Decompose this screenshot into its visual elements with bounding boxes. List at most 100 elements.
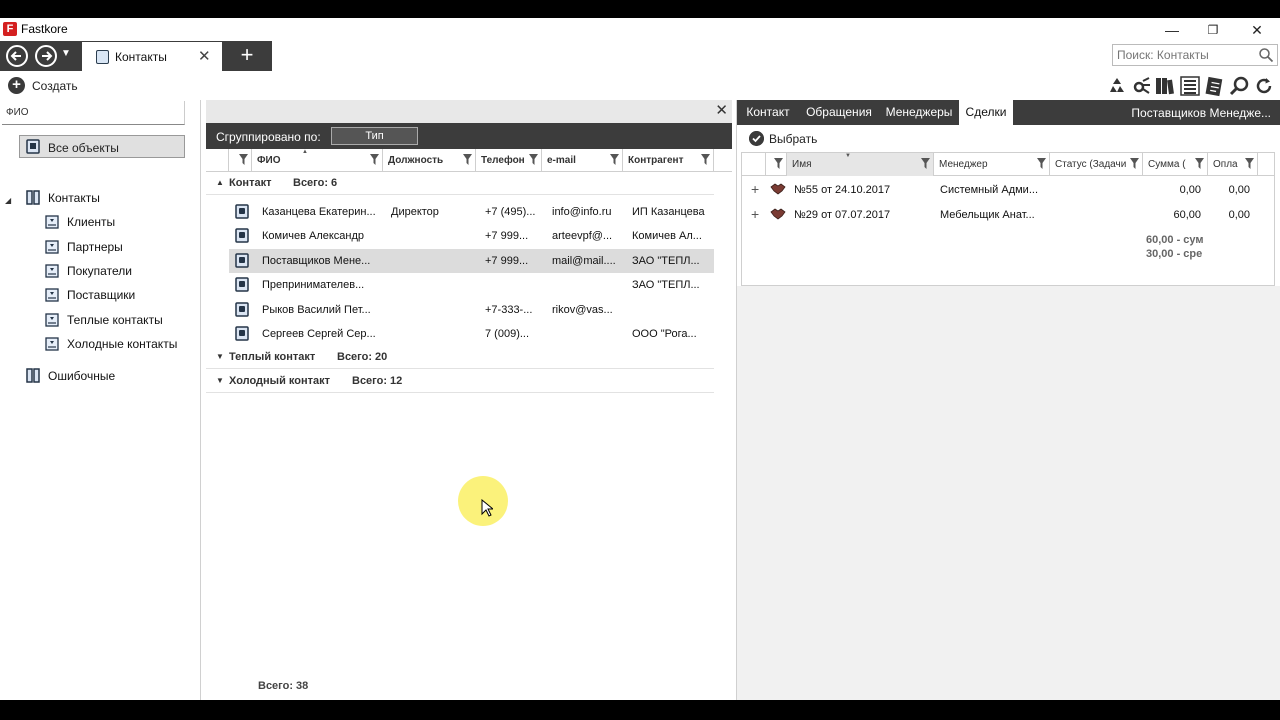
table-row[interactable]: Поставщиков Мене... +7 999... mail@mail...…: [229, 248, 714, 273]
sync-settings-icon[interactable]: [1131, 75, 1153, 97]
deal-row[interactable]: + №29 от 07.07.2017 Мебельщик Анат... 60,00…: [742, 203, 1267, 227]
filter-icon[interactable]: [1130, 158, 1139, 169]
tree-item-all-objects[interactable]: Все объекты: [19, 135, 185, 158]
history-dropdown-icon[interactable]: ▼: [61, 48, 71, 59]
column-header[interactable]: Должность: [383, 149, 476, 172]
grid-header: ФИО ▲ Должность Телефон e-mail Контрагент: [206, 149, 732, 172]
column-header[interactable]: Статус (Задачи: [1050, 153, 1143, 176]
saved-filter-icon: [45, 313, 59, 327]
table-row[interactable]: Казанцева Екатерин... Директор +7 (495)...…: [229, 200, 714, 224]
filter-icon[interactable]: [1037, 158, 1046, 169]
close-window-button[interactable]: ✕: [1242, 20, 1272, 40]
column-header[interactable]: Имя ▼: [787, 153, 934, 176]
expand-row-icon[interactable]: +: [751, 181, 759, 197]
column-header[interactable]: ФИО ▲: [252, 149, 383, 172]
filter-search-input[interactable]: [2, 101, 184, 123]
table-row[interactable]: Комичев Александр +7 999... arteevpf@... Ко…: [229, 224, 714, 248]
filter-icon[interactable]: [701, 154, 710, 165]
report-icon[interactable]: [1204, 75, 1226, 97]
navigation-panel: Все объекты ◢ Контакты Клиенты Партнеры Пок…: [0, 100, 201, 700]
list-view-icon[interactable]: [1179, 75, 1201, 97]
refresh-icon[interactable]: [1253, 75, 1275, 97]
group-row[interactable]: ▼ Теплый контакт Всего: 20: [206, 346, 714, 370]
add-tab-button[interactable]: +: [222, 41, 272, 71]
close-panel-icon[interactable]: ✕: [715, 101, 728, 119]
cell-company: Комичев Ал...: [632, 230, 702, 243]
cell-email: arteevpf@...: [552, 230, 613, 243]
deals-grid: Имя ▼ Менеджер Статус (Задачи Сумма (Опла + №…: [741, 152, 1275, 286]
saved-filter-icon: [45, 337, 59, 351]
app-title: Fastkore: [21, 22, 68, 36]
column-header[interactable]: Контрагент: [623, 149, 714, 172]
maximize-button[interactable]: ❐: [1198, 20, 1228, 40]
books-icon[interactable]: [1154, 75, 1176, 97]
filter-icon[interactable]: [1245, 158, 1254, 169]
filter-icon[interactable]: [921, 158, 930, 169]
filter-icon[interactable]: [610, 154, 619, 165]
total-count: Всего: 38: [258, 680, 309, 692]
minimize-button[interactable]: —: [1157, 20, 1187, 40]
expand-row-icon[interactable]: +: [751, 206, 759, 222]
table-row[interactable]: Препринимателев... ЗАО "ТЕПЛ...: [229, 273, 714, 297]
column-header-label: Менеджер: [939, 159, 988, 170]
column-header[interactable]: Опла: [1208, 153, 1258, 176]
search-zoom-icon[interactable]: [1229, 75, 1251, 97]
filter-icon[interactable]: [463, 154, 472, 165]
group-name: Контакт: [229, 177, 272, 189]
details-tab-bar: Контакт Обращения Менеджеры Сделки Поставщи…: [737, 100, 1280, 125]
check-circle-icon: [749, 131, 764, 146]
header-filter-all[interactable]: [766, 153, 787, 176]
cell-name: Препринимателев...: [262, 279, 365, 292]
tab-2[interactable]: Менеджеры: [879, 100, 959, 125]
table-row[interactable]: Сергеев Сергей Сер... 7 (009)... ООО "Рога…: [229, 322, 714, 346]
filter-icon[interactable]: [529, 154, 538, 165]
group-count: Всего: 12: [352, 374, 403, 387]
cell-sum: 60,00: [1173, 209, 1201, 221]
collapse-arrow-icon[interactable]: ◢: [5, 196, 11, 205]
group-row[interactable]: ▼ Холодный контакт Всего: 12: [206, 370, 714, 393]
contact-book-icon: [235, 326, 249, 341]
column-header-label: Статус (Задачи: [1055, 159, 1127, 170]
deals-grid-header: Имя ▼ Менеджер Статус (Задачи Сумма (Опла: [742, 152, 1274, 176]
table-row[interactable]: Рыков Василий Пет... +7-333-... rikov@vas.…: [229, 298, 714, 322]
cell-phone: +7 (495)...: [485, 206, 536, 218]
tab-label: Контакты: [115, 50, 167, 64]
back-button[interactable]: [6, 45, 28, 67]
select-label: Выбрать: [769, 132, 818, 146]
expand-up-icon[interactable]: ▲: [216, 178, 224, 187]
group-chip-type[interactable]: Тип: [331, 127, 418, 145]
tree-item-label: Теплые контакты: [67, 313, 163, 327]
saved-filter-icon: [45, 264, 59, 278]
deal-row[interactable]: + №55 от 24.10.2017 Системный Адми... 0,00 0…: [742, 178, 1267, 202]
search-input[interactable]: [1113, 45, 1253, 65]
header-filter-all[interactable]: [229, 149, 252, 172]
tab-1[interactable]: Обращения: [799, 100, 879, 125]
column-header[interactable]: Сумма (: [1143, 153, 1208, 176]
column-header[interactable]: Телефон: [476, 149, 542, 172]
contact-book-icon: [235, 204, 249, 219]
arrow-right-icon: [42, 51, 53, 61]
column-header-label: e-mail: [547, 155, 576, 166]
expand-down-icon[interactable]: ▼: [216, 352, 224, 361]
tab-0[interactable]: Контакт: [737, 100, 799, 125]
contact-book-icon: [235, 277, 249, 292]
recycle-icon[interactable]: [1106, 75, 1128, 97]
forward-button[interactable]: [35, 45, 57, 67]
tab-3[interactable]: Сделки: [959, 100, 1013, 125]
search-icon[interactable]: [1258, 47, 1274, 63]
expand-down-icon[interactable]: ▼: [216, 376, 224, 385]
column-header[interactable]: Менеджер: [934, 153, 1050, 176]
filter-icon: [239, 154, 248, 165]
filter-icon[interactable]: [370, 154, 379, 165]
tree-item-label: Холодные контакты: [67, 337, 178, 351]
group-row[interactable]: ▲ Контакт Всего: 6: [206, 172, 714, 195]
cell-position: Директор: [391, 206, 439, 218]
tree-item-label: Партнеры: [67, 240, 123, 254]
sort-ascending-icon: ▲: [302, 149, 308, 155]
close-tab-icon[interactable]: ✕: [198, 47, 211, 65]
details-empty-area: [737, 286, 1280, 700]
contact-book-icon: [235, 253, 249, 268]
tab-contacts[interactable]: Контакты ✕: [82, 41, 222, 71]
filter-icon[interactable]: [1195, 158, 1204, 169]
column-header[interactable]: e-mail: [542, 149, 623, 172]
